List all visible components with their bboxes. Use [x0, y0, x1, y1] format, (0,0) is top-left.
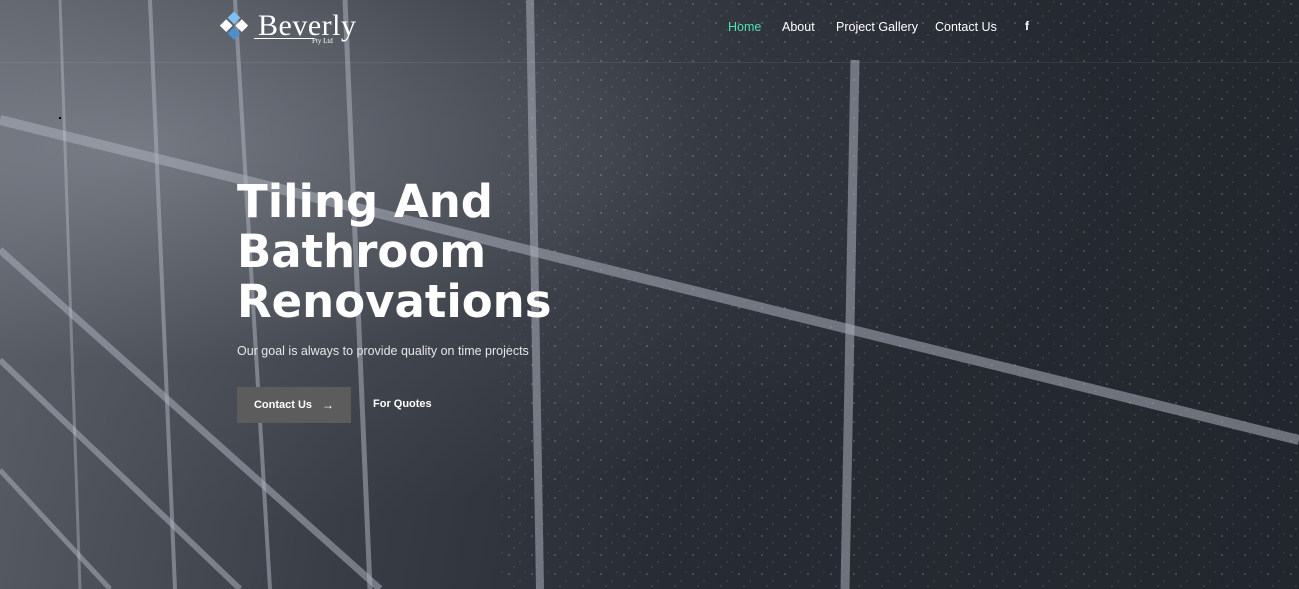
facebook-icon[interactable]: f — [1025, 19, 1029, 33]
headline-line: Renovations — [237, 275, 552, 328]
site-header: Beverly Pty Ltd Home About Project Galle… — [0, 0, 1299, 63]
hero-tagline: Our goal is always to provide quality on… — [237, 344, 529, 358]
arrow-right-icon: → — [322, 398, 335, 412]
hero-section: Beverly Pty Ltd Home About Project Galle… — [0, 0, 1299, 589]
contact-us-button-label: Contact Us — [253, 399, 313, 411]
for-quotes-link[interactable]: For Quotes — [373, 398, 432, 410]
brand-logo[interactable]: Beverly Pty Ltd — [216, 9, 356, 49]
contact-us-button[interactable]: Contact Us → — [237, 387, 351, 423]
hero-headline: Tiling And Bathroom Renovations — [237, 177, 637, 327]
headline-line: Bathroom — [237, 225, 487, 278]
speck — [59, 117, 61, 119]
brand-suffix: Pty Ltd — [312, 37, 333, 45]
logo-underline — [254, 38, 314, 39]
tile-logo-icon — [219, 11, 249, 40]
nav-item-home[interactable]: Home — [728, 20, 761, 34]
nav-item-about[interactable]: About — [782, 20, 815, 34]
headline-line: Tiling And — [237, 175, 493, 228]
nav-item-contact-us[interactable]: Contact Us — [935, 20, 997, 34]
nav-item-project-gallery[interactable]: Project Gallery — [836, 20, 918, 34]
tile-background-image — [0, 0, 1299, 589]
